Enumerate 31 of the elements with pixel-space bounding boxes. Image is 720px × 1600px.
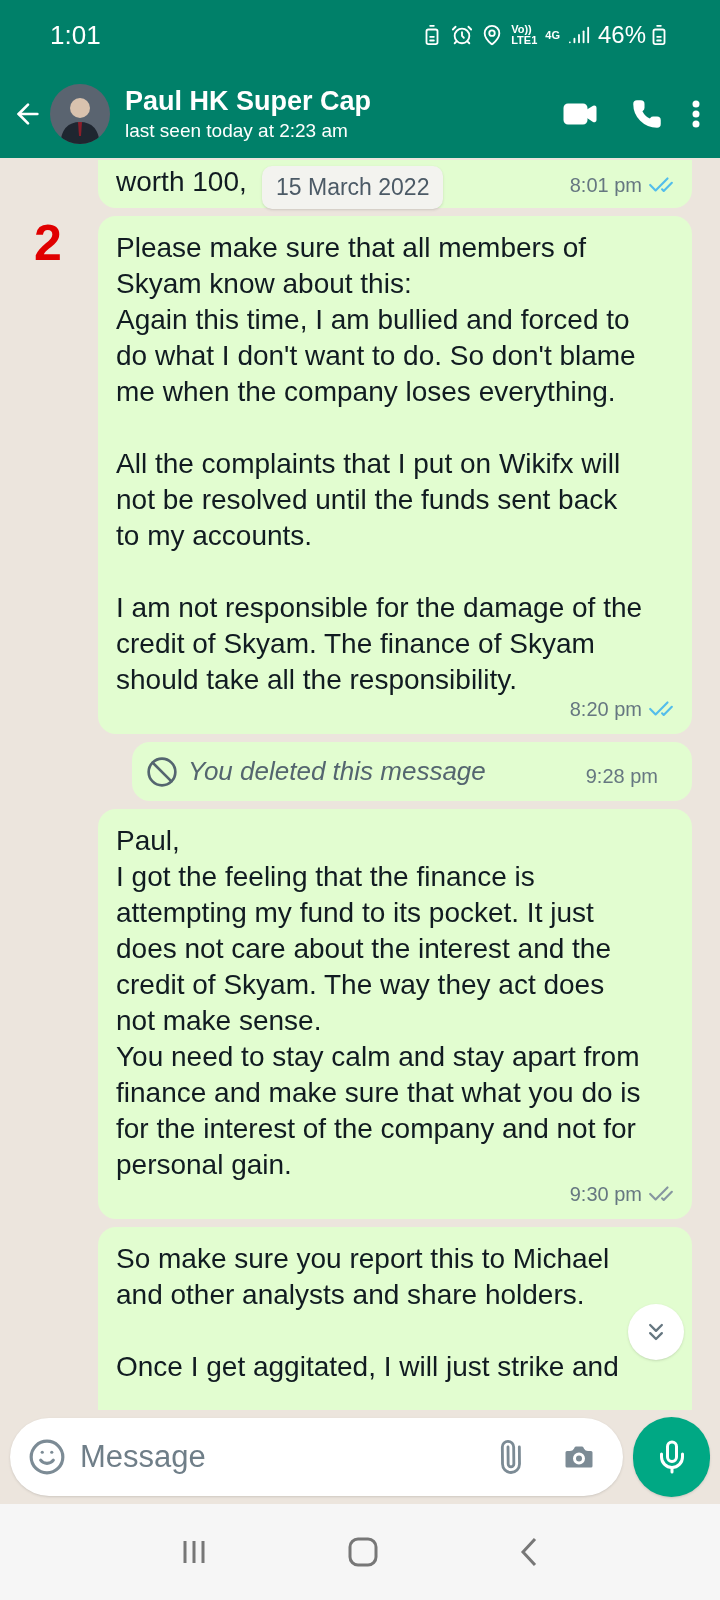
contact-name[interactable]: Paul HK Super Cap xyxy=(125,84,548,118)
deleted-icon xyxy=(146,755,178,788)
battery-percent: 46% xyxy=(597,20,646,50)
message-text: Paul, I got the feeling that the finance is attempting my fund to its pocket. It just does not care about the interest and the credit of Skyam. The way they act does not make sense. You need to stay calm and stay apart from finance and make sure that what you do is for the interest of the company and not for personal gain. xyxy=(116,824,642,1182)
date-tooltip: 15 March 2022 xyxy=(262,166,444,209)
message-bubble[interactable] xyxy=(98,809,692,1219)
message-time: 8:20 pm xyxy=(569,697,642,722)
phone-icon xyxy=(632,99,662,129)
status-time: 1:01 xyxy=(50,18,101,52)
message-text: worth 100, xyxy=(116,165,247,199)
more-options-icon xyxy=(692,100,700,128)
message-time: 9:30 pm xyxy=(569,1182,642,1207)
alarm-icon xyxy=(451,24,474,46)
message-bubble[interactable] xyxy=(98,216,692,734)
emoji-icon[interactable] xyxy=(28,1438,66,1476)
message-field[interactable]: Message xyxy=(10,1418,623,1496)
voice-record-button[interactable] xyxy=(633,1417,710,1497)
message-text: Please make sure that all members of Skyam know about this: Again this time, I am bullied and forced to do what I don't want to do. So don't blame me when the company loses everything. All the complaints that I put on Wikifx will not be resolved until the funds sent back to my accounts. I am not responsible for the damage of the credit of Skyam. The finance of Skyam should take all the responsibility. xyxy=(116,231,644,697)
avatar[interactable] xyxy=(50,84,110,144)
deleted-message-text: You deleted this message xyxy=(188,755,486,788)
signal-icon xyxy=(567,24,590,46)
volte-label: Vo)) xyxy=(511,24,532,35)
last-seen-status: last seen today at 2:23 am xyxy=(125,119,349,143)
message-time: 9:28 pm xyxy=(585,763,658,789)
data-label: 4G xyxy=(545,27,560,43)
home-icon[interactable] xyxy=(348,1537,378,1567)
message-time: 8:01 pm xyxy=(569,173,642,198)
lte-label: LTE1 xyxy=(511,35,538,46)
annotation-number: 2 xyxy=(34,214,62,273)
message-bubble[interactable]: So make sure you report this to Michael and other analysts and share holders. Once I get aggitated, I will just strike and xyxy=(98,1227,692,1410)
message-text: So make sure you report this to Michael and other analysts and share holders. Once I get aggitated, I will just strike and xyxy=(116,1242,620,1384)
